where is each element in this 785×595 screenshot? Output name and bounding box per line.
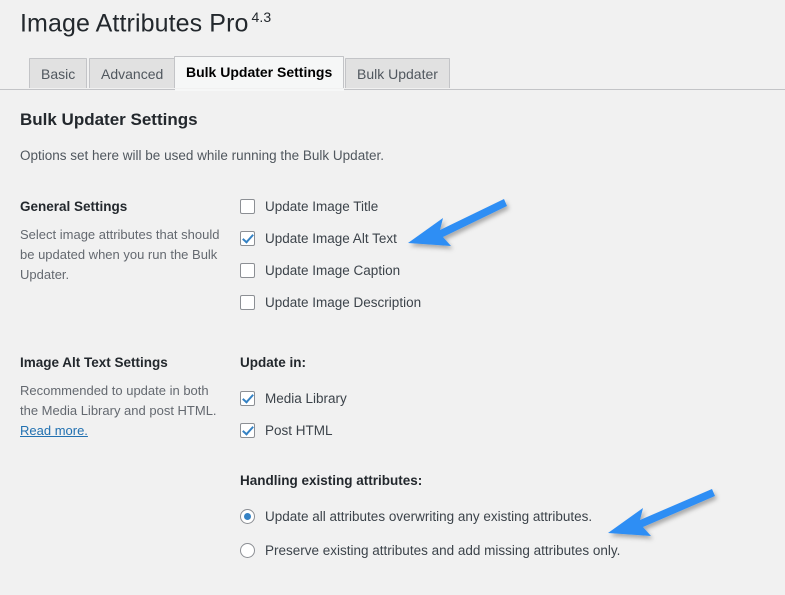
version-label: 4.3: [251, 9, 272, 25]
tab-basic[interactable]: Basic: [29, 58, 88, 88]
option-preserve-existing-attributes[interactable]: Preserve existing attributes and add mis…: [240, 541, 620, 559]
page-intro: Options set here will be used while runn…: [20, 148, 384, 163]
alt-text-settings-heading: Image Alt Text Settings: [20, 355, 168, 370]
tab-bulk-updater[interactable]: Bulk Updater: [345, 58, 450, 88]
page-title-text: Image Attributes Pro: [20, 9, 249, 38]
page-title: Image Attributes Pro 4.3: [20, 9, 271, 38]
label-update-image-caption: Update Image Caption: [265, 262, 401, 278]
alt-text-settings-column: Image Alt Text Settings Recommended to u…: [20, 355, 225, 441]
page-heading: Bulk Updater Settings: [20, 110, 198, 129]
checkbox-update-image-title[interactable]: [240, 198, 255, 214]
label-update-all-attributes: Update all attributes overwriting any ex…: [265, 508, 593, 524]
checkbox-update-image-alt-text[interactable]: [240, 230, 255, 246]
radio-update-all-attributes[interactable]: [240, 508, 255, 524]
option-update-image-caption[interactable]: Update Image Caption: [240, 261, 421, 279]
alt-text-settings-description-text: Recommended to update in both the Media …: [20, 383, 217, 418]
option-update-image-alt-text[interactable]: Update Image Alt Text: [240, 229, 421, 247]
option-update-image-title[interactable]: Update Image Title: [240, 197, 421, 215]
option-media-library[interactable]: Media Library: [240, 389, 347, 407]
checkbox-post-html[interactable]: [240, 422, 255, 438]
active-tab-notch: [175, 89, 344, 91]
general-settings-options: Update Image Title Update Image Alt Text…: [240, 197, 421, 311]
radio-preserve-existing-attributes[interactable]: [240, 542, 255, 558]
general-settings-description: Select image attributes that should be u…: [20, 227, 220, 282]
tab-advanced[interactable]: Advanced: [89, 58, 176, 88]
tab-bulk-updater-settings[interactable]: Bulk Updater Settings: [174, 56, 345, 88]
alt-text-settings-description: Recommended to update in both the Media …: [20, 381, 225, 441]
update-in-label: Update in:: [240, 355, 306, 370]
tab-underline: [0, 89, 785, 90]
handling-existing-attributes-label: Handling existing attributes:: [240, 473, 423, 488]
label-update-image-description: Update Image Description: [265, 294, 422, 310]
checkbox-update-image-description[interactable]: [240, 294, 255, 310]
option-post-html[interactable]: Post HTML: [240, 421, 347, 439]
label-media-library: Media Library: [265, 390, 347, 406]
label-update-image-alt-text: Update Image Alt Text: [265, 230, 397, 246]
checkbox-media-library[interactable]: [240, 390, 255, 406]
label-post-html: Post HTML: [265, 422, 333, 438]
arrow-to-update-all-attributes: [608, 489, 715, 536]
label-preserve-existing-attributes: Preserve existing attributes and add mis…: [265, 542, 621, 558]
general-settings-column: General Settings Select image attributes…: [20, 199, 225, 285]
option-update-all-attributes[interactable]: Update all attributes overwriting any ex…: [240, 507, 620, 525]
checkbox-update-image-caption[interactable]: [240, 262, 255, 278]
read-more-link[interactable]: Read more.: [20, 423, 88, 438]
label-update-image-title: Update Image Title: [265, 198, 379, 214]
option-update-image-description[interactable]: Update Image Description: [240, 293, 421, 311]
tab-bar: Basic Advanced Bulk Updater Settings Bul…: [0, 56, 785, 91]
update-in-group: Update in: Media Library Post HTML: [240, 355, 347, 439]
handling-existing-attributes-group: Handling existing attributes: Update all…: [240, 473, 620, 559]
general-settings-heading: General Settings: [20, 199, 128, 214]
